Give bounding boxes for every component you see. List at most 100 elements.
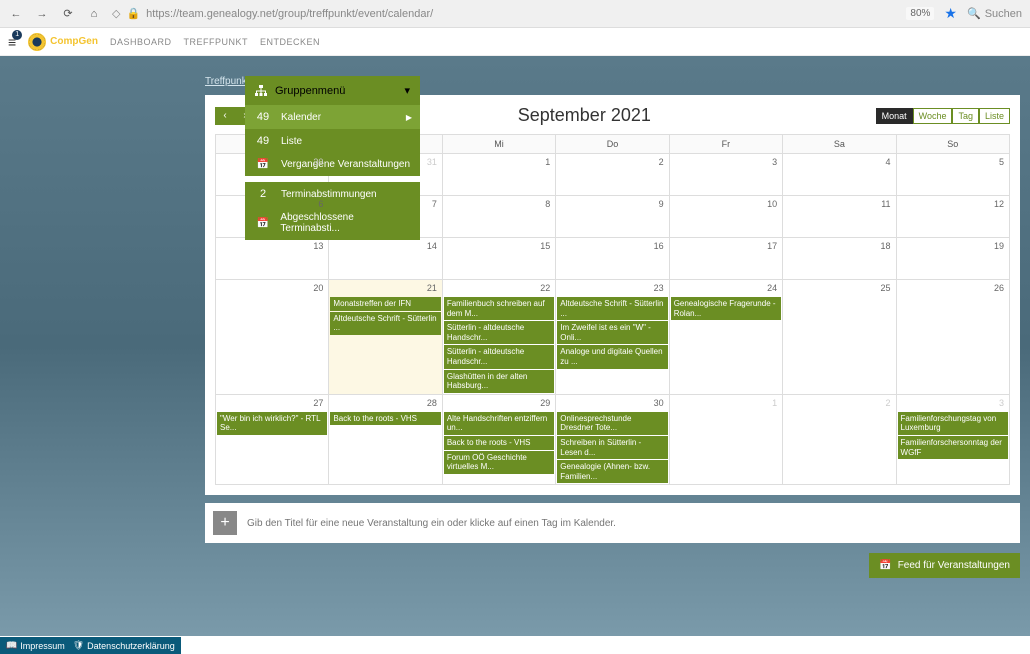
calendar-cell[interactable]: 14 [329,238,442,280]
sidebar-item[interactable]: 49Liste [245,129,420,153]
day-number: 17 [670,238,782,254]
day-number: 29 [443,395,555,411]
calendar-event[interactable]: Altdeutsche Schrift - Sütterlin ... [557,297,667,320]
add-event-button[interactable]: + [213,511,237,535]
calendar-event[interactable]: Familienforschungstag von Luxemburg [898,412,1008,435]
reload-button[interactable]: ⟳ [60,6,76,22]
footer-datenschutz[interactable]: 🛡Datenschutzerklärung [73,640,175,651]
zoom-level[interactable]: 80% [906,7,934,20]
day-number: 30 [556,395,668,411]
calendar-cell[interactable]: 12 [896,196,1009,238]
calendar-cell[interactable]: 3Familienforschungstag von LuxemburgFami… [896,394,1009,485]
calendar-event[interactable]: Schreiben in Sütterlin - Lesen d... [557,436,667,459]
view-week[interactable]: Woche [913,108,953,124]
new-event-bar: + [205,503,1020,543]
view-list[interactable]: Liste [979,108,1010,124]
calendar-event[interactable]: Sütterlin - altdeutsche Handschr... [444,345,554,368]
calendar-event[interactable]: Glashütten in der alten Habsburg... [444,370,554,393]
calendar-event[interactable]: Familienforschersonntag der WGfF [898,436,1008,459]
calendar-cell[interactable]: 1 [669,394,782,485]
calendar-cell[interactable]: 20 [216,280,329,395]
calendar-cell[interactable]: 22Familienbuch schreiben auf dem M...Süt… [442,280,555,395]
nav-entdecken[interactable]: ENTDECKEN [260,37,320,47]
brand-logo[interactable]: CompGen [28,33,98,51]
calendar-icon: 📅 [879,560,891,571]
calendar-event[interactable]: Monatstreffen der IFN [330,297,440,311]
calendar-event[interactable]: Forum OÖ Geschichte virtuelles M... [444,451,554,474]
calendar-cell[interactable]: 11 [783,196,896,238]
item-count: 49 [253,135,273,147]
day-number: 11 [783,196,895,212]
calendar-event[interactable]: Genealogie (Ahnen- bzw. Familien... [557,460,667,483]
feed-button[interactable]: 📅 Feed für Veranstaltungen [869,553,1020,578]
calendar-cell[interactable]: 2 [556,154,669,196]
nav-dashboard[interactable]: DASHBOARD [110,37,172,47]
calendar-cell[interactable]: 17 [669,238,782,280]
calendar-cell[interactable]: 16 [556,238,669,280]
calendar-cell[interactable]: 3 [669,154,782,196]
new-event-input[interactable] [247,518,1012,529]
calendar-cell[interactable]: 8 [442,196,555,238]
calendar-cell[interactable]: 4 [783,154,896,196]
address-bar[interactable]: ◇ 🔒 https://team.genealogy.net/group/tre… [112,7,896,20]
calendar-cell[interactable]: 15 [442,238,555,280]
calendar-cell[interactable]: 29Alte Handschriften entziffern un...Bac… [442,394,555,485]
item-label: Kalender [281,112,321,123]
calendar-cell[interactable]: 9 [556,196,669,238]
calendar-cell[interactable]: 1 [442,154,555,196]
main-area: Gruppenmenü ▾ 49Kalender▶49Liste📅Vergang… [0,56,1030,636]
nav-treffpunkt[interactable]: TREFFPUNKT [183,37,248,47]
view-day[interactable]: Tag [952,108,979,124]
calendar-cell[interactable]: 5 [896,154,1009,196]
calendar-cell[interactable]: 21Monatstreffen der IFNAltdeutsche Schri… [329,280,442,395]
sidebar-item[interactable]: 49Kalender▶ [245,105,420,129]
back-button[interactable]: ← [8,6,24,22]
calendar-cell[interactable]: 27"Wer bin ich wirklich?" - RTL Se... [216,394,329,485]
day-number: 20 [216,280,328,296]
calendar-event[interactable]: Sütterlin - altdeutsche Handschr... [444,321,554,344]
day-number: 1 [670,395,782,411]
calendar-event[interactable]: Familienbuch schreiben auf dem M... [444,297,554,320]
calendar-cell[interactable]: 24Genealogische Fragerunde - Rolan... [669,280,782,395]
group-menu-dropdown[interactable]: Gruppenmenü ▾ [245,76,420,105]
day-number: 2 [783,395,895,411]
calendar-event[interactable]: Im Zweifel ist es ein "W" - Onli... [557,321,667,344]
feed-label: Feed für Veranstaltungen [898,560,1010,571]
sitemap-icon [255,85,267,97]
calendar-cell[interactable]: 13 [216,238,329,280]
calendar-cell[interactable]: 23Altdeutsche Schrift - Sütterlin ...Im … [556,280,669,395]
calendar-cell[interactable]: 6 [216,196,329,238]
view-month[interactable]: Monat [876,108,913,124]
calendar-cell[interactable]: 30 [216,154,329,196]
calendar-event[interactable]: Onlinesprechstunde Dresdner Tote... [557,412,667,435]
footer-impressum[interactable]: 📖Impressum [6,640,65,651]
calendar-event[interactable]: Analoge und digitale Quellen zu ... [557,345,667,368]
calendar-event[interactable]: Back to the roots - VHS [330,412,440,426]
calendar-cell[interactable]: 28Back to the roots - VHS [329,394,442,485]
browser-search[interactable]: 🔍 Suchen [967,7,1022,20]
calendar-grid: MoDiMiDoFrSaSo 3031123456789101112131415… [215,134,1010,485]
calendar-cell[interactable]: 7 [329,196,442,238]
calendar-event[interactable]: Alte Handschriften entziffern un... [444,412,554,435]
calendar-cell[interactable]: 26 [896,280,1009,395]
day-number: 12 [897,196,1009,212]
breadcrumb-treffpunkt[interactable]: Treffpunkt [205,76,249,87]
calendar-event[interactable]: Back to the roots - VHS [444,436,554,450]
calendar-cell[interactable]: 18 [783,238,896,280]
bookmark-star-icon[interactable]: ★ [944,5,957,22]
forward-button[interactable]: → [34,6,50,22]
calendar-event[interactable]: Genealogische Fragerunde - Rolan... [671,297,781,320]
calendar-cell[interactable]: 25 [783,280,896,395]
prev-month-button[interactable]: ‹ [215,107,235,125]
calendar-cell[interactable]: 2 [783,394,896,485]
calendar-event[interactable]: "Wer bin ich wirklich?" - RTL Se... [217,412,327,435]
calendar-cell[interactable]: 19 [896,238,1009,280]
lock-icon: 🔒 [126,7,140,20]
menu-button[interactable]: ≡1 [8,34,16,50]
calendar-cell[interactable]: 10 [669,196,782,238]
home-button[interactable]: ⌂ [86,6,102,22]
calendar-event[interactable]: Altdeutsche Schrift - Sütterlin ... [330,312,440,335]
day-number: 8 [443,196,555,212]
calendar-cell[interactable]: 31 [329,154,442,196]
calendar-cell[interactable]: 30Onlinesprechstunde Dresdner Tote...Sch… [556,394,669,485]
